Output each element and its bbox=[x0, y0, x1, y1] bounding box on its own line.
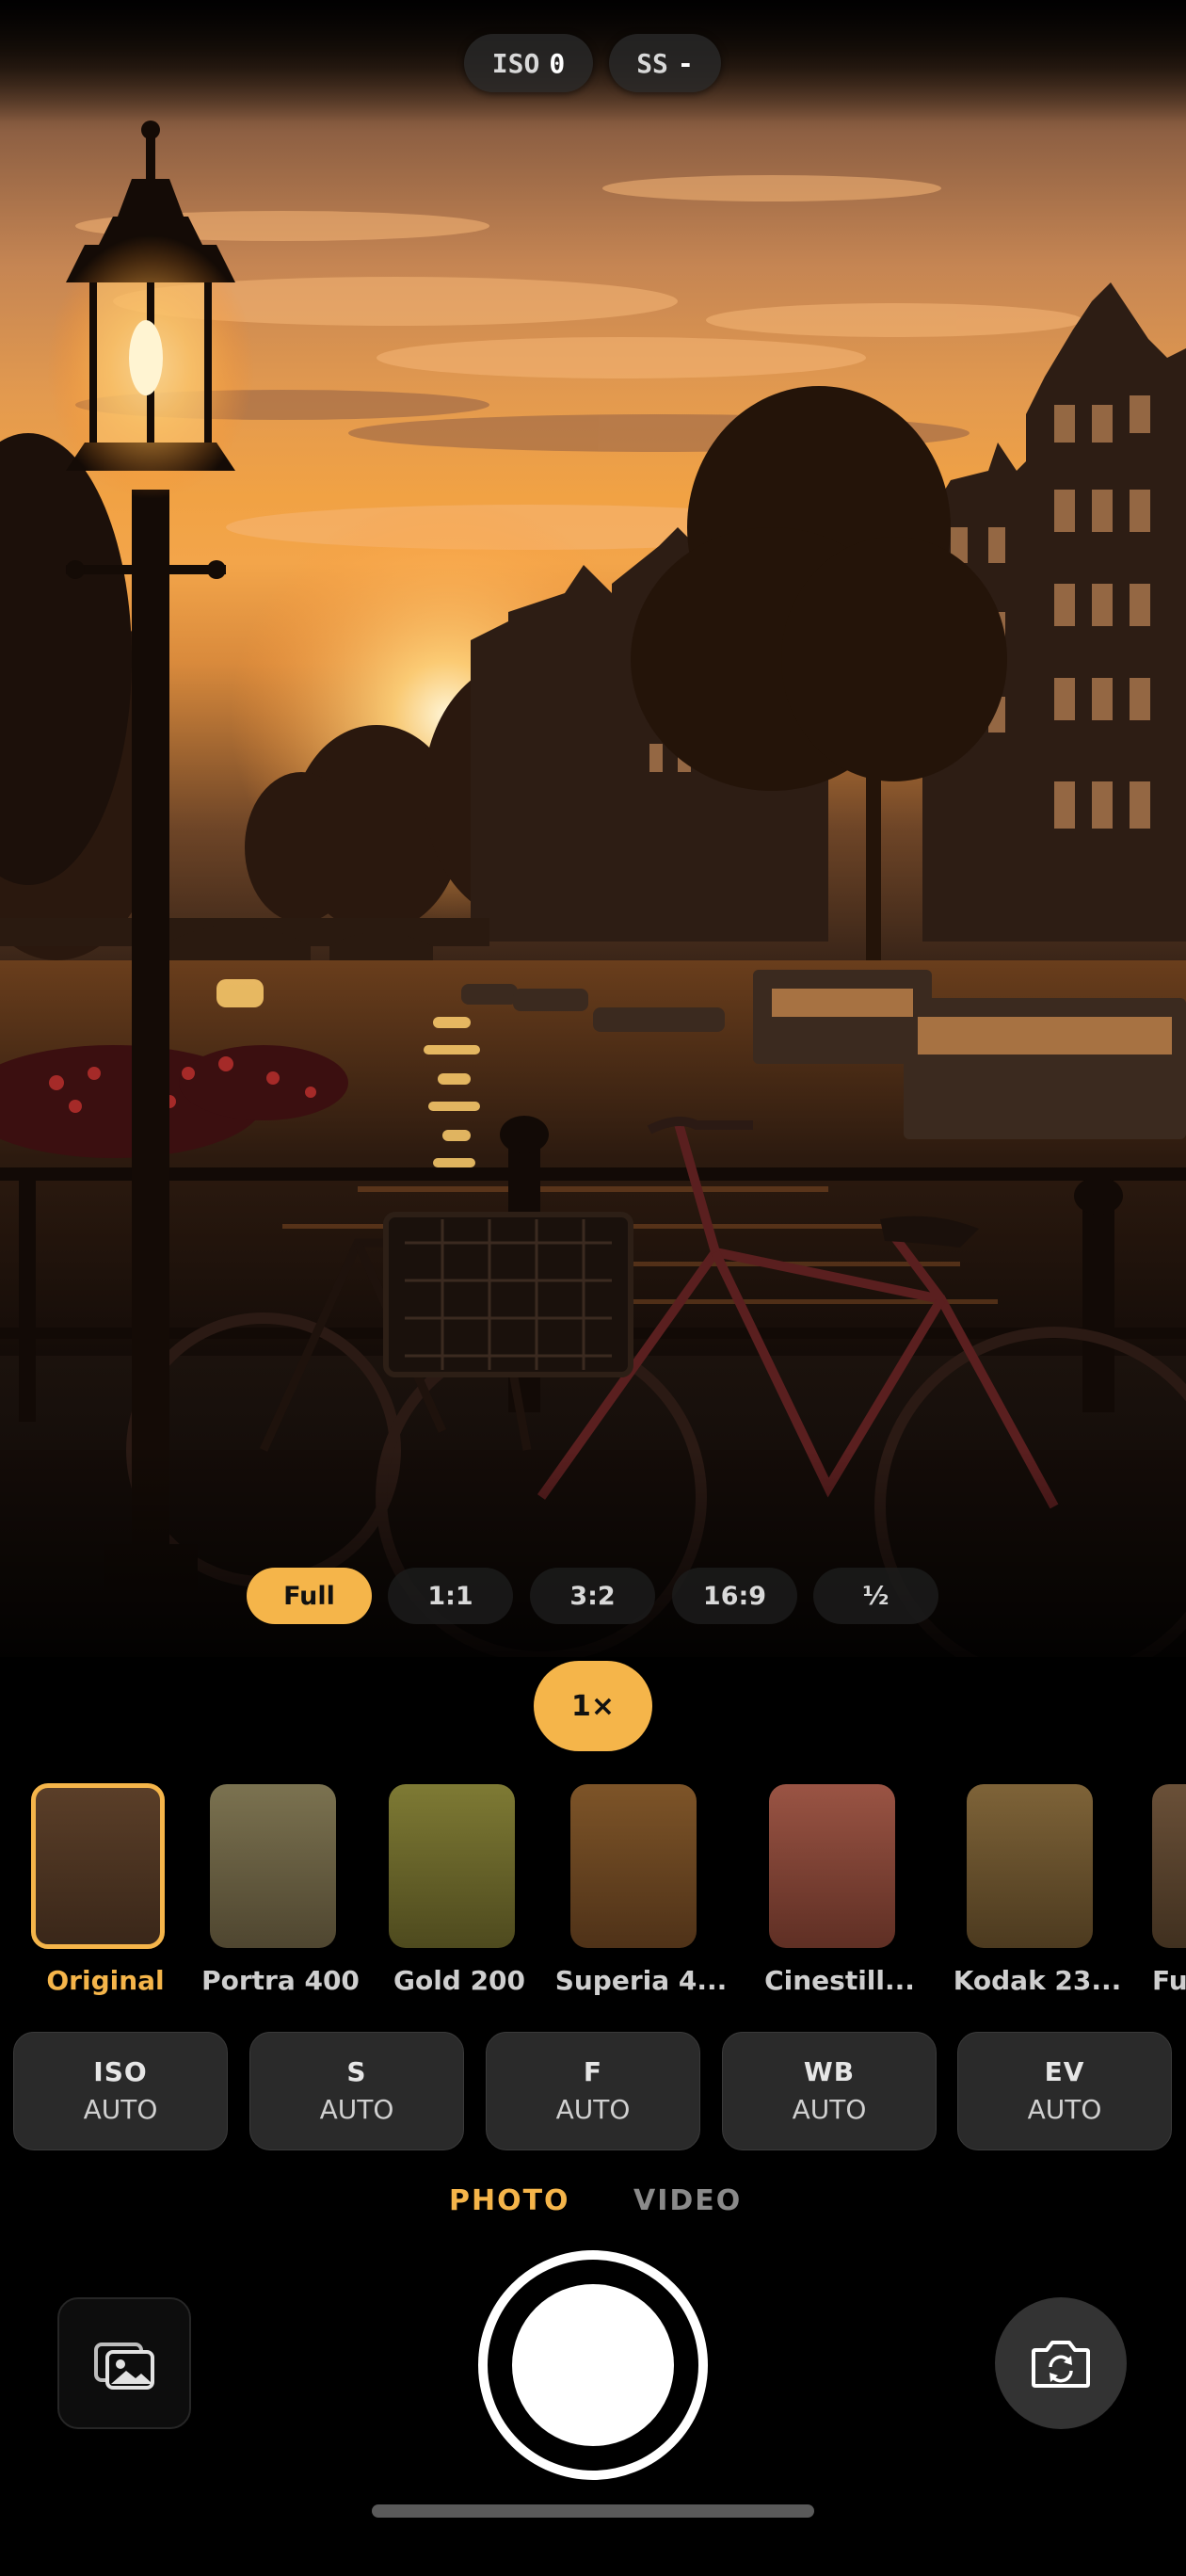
iso-indicator[interactable]: ISO 0 bbox=[464, 34, 593, 92]
aspect-1-1-button[interactable]: 1:1 bbox=[388, 1568, 513, 1624]
preset-gold-200[interactable]: Gold 200 bbox=[389, 1784, 530, 2001]
preset-superia[interactable]: Superia 4... bbox=[555, 1784, 727, 2001]
mode-photo-tab[interactable]: PHOTO bbox=[449, 2184, 570, 2217]
aperture-control[interactable]: F AUTO bbox=[486, 2032, 700, 2150]
shutter-button-inner bbox=[512, 2284, 674, 2446]
preset-cinestill[interactable]: Cinestill... bbox=[764, 1784, 915, 2001]
preset-swatch bbox=[389, 1784, 515, 1948]
preset-swatch bbox=[967, 1784, 1093, 1948]
flip-camera-button[interactable] bbox=[995, 2297, 1127, 2429]
camera-viewfinder[interactable] bbox=[0, 0, 1186, 1657]
control-title: EV bbox=[1044, 2056, 1085, 2087]
preset-original[interactable]: Original bbox=[31, 1783, 176, 2001]
preset-swatch bbox=[769, 1784, 895, 1948]
home-indicator[interactable] bbox=[372, 2504, 814, 2518]
mode-video-tab[interactable]: VIDEO bbox=[633, 2184, 742, 2217]
control-value: AUTO bbox=[555, 2094, 631, 2125]
aspect-ratio-selector: Full 1:1 3:2 16:9 ½ bbox=[0, 1568, 1186, 1624]
preset-kodak[interactable]: Kodak 23... bbox=[954, 1784, 1121, 2001]
control-title: F bbox=[583, 2056, 603, 2087]
photo-gallery-icon bbox=[94, 2343, 154, 2390]
zoom-button[interactable]: 1× bbox=[534, 1661, 652, 1751]
shutter-button[interactable] bbox=[478, 2250, 708, 2480]
shutter-speed-label: SS bbox=[636, 47, 668, 79]
scene-preview bbox=[0, 121, 1186, 1657]
preset-swatch bbox=[570, 1784, 697, 1948]
camera-flip-icon bbox=[1032, 2341, 1090, 2388]
control-title: WB bbox=[803, 2056, 856, 2087]
aspect-full-button[interactable]: Full bbox=[247, 1568, 372, 1624]
control-value: AUTO bbox=[319, 2094, 394, 2125]
control-value: AUTO bbox=[1027, 2094, 1102, 2125]
viewfinder-top-fade bbox=[0, 0, 1186, 122]
viewfinder-bottom-fade bbox=[0, 1450, 1186, 1657]
exposure-control[interactable]: EV AUTO bbox=[957, 2032, 1172, 2150]
preset-portra-400[interactable]: Portra 400 bbox=[201, 1784, 360, 2001]
preset-label: Superia 4... bbox=[554, 1965, 728, 1996]
shutter-speed-indicator[interactable]: SS - bbox=[609, 34, 721, 92]
control-value: AUTO bbox=[792, 2094, 867, 2125]
aspect-half-button[interactable]: ½ bbox=[813, 1568, 938, 1624]
preset-swatch bbox=[1152, 1784, 1186, 1948]
aspect-3-2-button[interactable]: 3:2 bbox=[530, 1568, 655, 1624]
iso-indicator-value: 0 bbox=[549, 47, 566, 79]
iso-indicator-label: ISO bbox=[491, 47, 540, 79]
control-title: S bbox=[346, 2056, 367, 2087]
preset-swatch bbox=[210, 1784, 336, 1948]
preset-swatch bbox=[31, 1783, 165, 1949]
preset-label: Fuj bbox=[1152, 1965, 1186, 1996]
preset-fuji[interactable]: Fuj bbox=[1152, 1784, 1186, 2001]
shutter-speed-value: - bbox=[677, 47, 694, 79]
shutter-control[interactable]: S AUTO bbox=[249, 2032, 464, 2150]
iso-control[interactable]: ISO AUTO bbox=[13, 2032, 228, 2150]
control-value: AUTO bbox=[83, 2094, 158, 2125]
preset-label: Cinestill... bbox=[764, 1965, 915, 1996]
gallery-button[interactable] bbox=[57, 2297, 191, 2429]
white-balance-control[interactable]: WB AUTO bbox=[722, 2032, 937, 2150]
preset-label: Kodak 23... bbox=[953, 1965, 1122, 1996]
control-title: ISO bbox=[93, 2056, 148, 2087]
aspect-16-9-button[interactable]: 16:9 bbox=[672, 1568, 797, 1624]
